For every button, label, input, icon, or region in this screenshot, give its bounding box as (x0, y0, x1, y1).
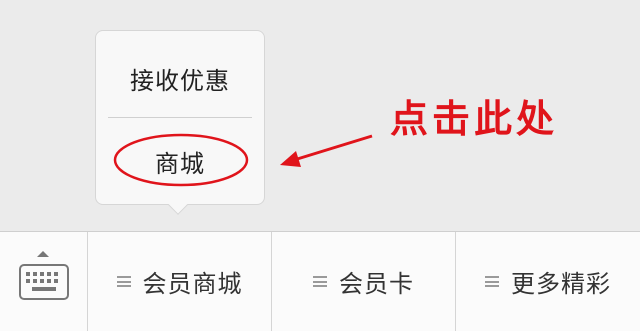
menu-item-label: 会员卡 (339, 270, 414, 298)
menu-item-member-card[interactable]: 会员卡 (272, 232, 456, 331)
menu-item-label: 更多精彩 (511, 270, 611, 298)
menu-item-member-mall[interactable]: 会员商城 (88, 232, 272, 331)
arrow-icon (280, 134, 373, 167)
submenu-divider (108, 117, 252, 118)
highlight-ellipse (113, 133, 249, 187)
menu-item-label: 会员商城 (142, 270, 243, 298)
menu-lines-icon (485, 276, 499, 287)
bottom-menu-bar: 会员商城 会员卡 更多精彩 (0, 231, 640, 331)
caret-up-icon (37, 251, 49, 257)
menu-lines-icon (313, 276, 327, 287)
menu-item-more[interactable]: 更多精彩 (456, 232, 640, 331)
submenu-item-receive-offers[interactable]: 接收优惠 (96, 61, 264, 96)
annotation-click-here: 点击此处 (390, 97, 559, 141)
keyboard-icon (19, 264, 69, 300)
keyboard-toggle-button[interactable] (0, 232, 88, 331)
menu-lines-icon (116, 276, 131, 287)
